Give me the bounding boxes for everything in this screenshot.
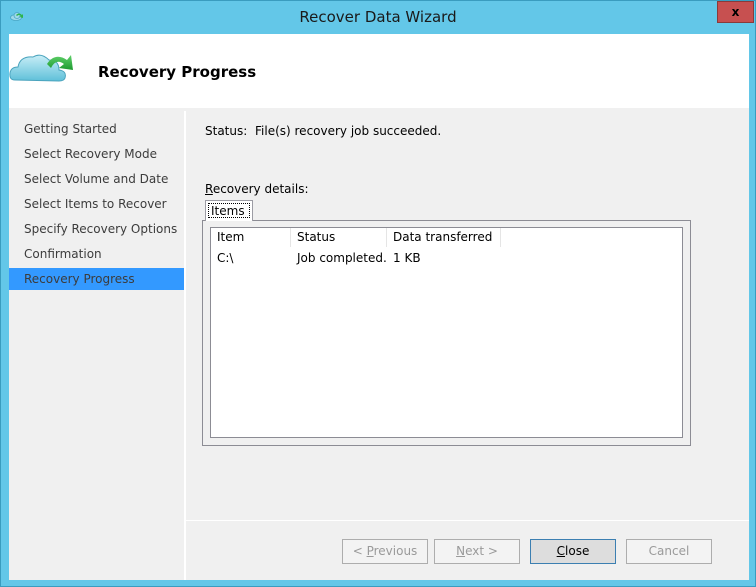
nav-step-select-items[interactable]: Select Items to Recover bbox=[9, 193, 184, 215]
column-header-item[interactable]: Item bbox=[211, 228, 291, 247]
nav-step-select-volume-and-date[interactable]: Select Volume and Date bbox=[9, 168, 184, 190]
cell-item: C:\ bbox=[217, 251, 234, 265]
button-label: ext > bbox=[465, 544, 498, 558]
nav-step-getting-started[interactable]: Getting Started bbox=[9, 118, 184, 140]
nav-step-recovery-options[interactable]: Specify Recovery Options bbox=[9, 218, 184, 240]
cloud-recover-icon bbox=[9, 54, 73, 82]
wizard-steps-nav: Getting Started Select Recovery Mode Sel… bbox=[9, 111, 184, 580]
next-button[interactable]: Next > bbox=[434, 539, 520, 564]
accelerator-key: N bbox=[456, 544, 466, 558]
tab-items[interactable]: Items bbox=[205, 200, 253, 221]
tab-panel-items: Item Status Data transferred C:\ Job com… bbox=[202, 220, 691, 446]
status-label: Status: bbox=[205, 124, 248, 138]
title-bar[interactable]: Recover Data Wizard x bbox=[1, 1, 755, 34]
button-label: lose bbox=[565, 544, 590, 558]
accelerator-key: P bbox=[366, 544, 374, 558]
window-title: Recover Data Wizard bbox=[299, 8, 457, 26]
column-header-data-transferred[interactable]: Data transferred bbox=[387, 228, 501, 247]
wizard-header: Recovery Progress bbox=[9, 34, 749, 108]
close-window-button[interactable]: x bbox=[717, 1, 754, 23]
label-text: ecovery details: bbox=[212, 182, 309, 196]
recovery-details-label: Recovery details: bbox=[205, 182, 309, 196]
tab-items-label: Items bbox=[208, 203, 250, 218]
button-label: revious bbox=[373, 544, 418, 558]
cancel-button[interactable]: Cancel bbox=[626, 539, 712, 564]
footer-divider bbox=[186, 520, 749, 521]
accelerator-key: C bbox=[556, 544, 566, 558]
cell-data-transferred: 1 KB bbox=[393, 251, 421, 265]
nav-step-confirmation[interactable]: Confirmation bbox=[9, 243, 184, 265]
nav-step-recovery-progress[interactable]: Recovery Progress bbox=[9, 268, 184, 290]
cell-status: Job completed. bbox=[297, 251, 387, 265]
close-button[interactable]: Close bbox=[530, 539, 616, 564]
wizard-client-area: Recovery Progress Getting Started Select… bbox=[9, 34, 749, 580]
items-listview[interactable]: Item Status Data transferred C:\ Job com… bbox=[210, 227, 683, 438]
status-value: File(s) recovery job succeeded. bbox=[255, 124, 442, 138]
nav-step-select-recovery-mode[interactable]: Select Recovery Mode bbox=[9, 143, 184, 165]
main-panel: Status: File(s) recovery job succeeded. … bbox=[186, 111, 749, 520]
wizard-window: Recover Data Wizard x Recovery Progress … bbox=[0, 0, 756, 587]
previous-button[interactable]: < Previous bbox=[342, 539, 428, 564]
accelerator-key: R bbox=[205, 182, 213, 196]
page-title: Recovery Progress bbox=[98, 63, 257, 81]
button-prefix: < bbox=[352, 544, 367, 558]
column-header-status[interactable]: Status bbox=[291, 228, 387, 247]
